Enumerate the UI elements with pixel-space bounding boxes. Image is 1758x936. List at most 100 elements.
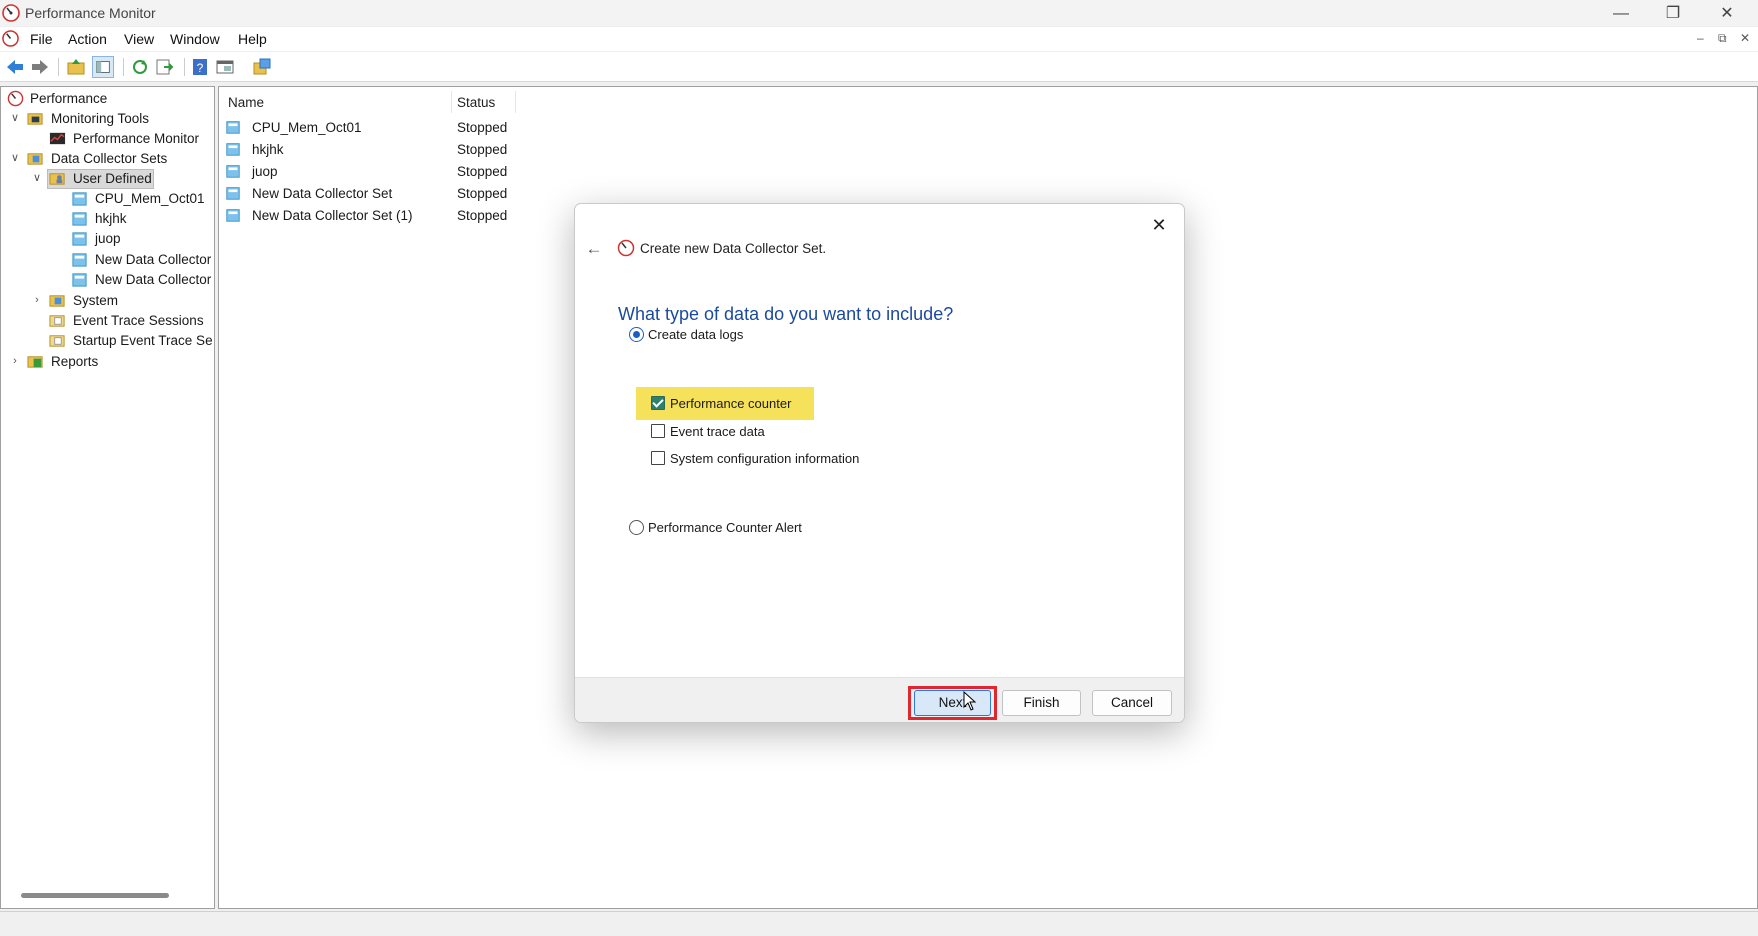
mdi-close-button[interactable]: ✕ [1740,31,1750,45]
window-title: Performance Monitor [25,5,156,21]
row-name: CPU_Mem_Oct01 [252,120,362,135]
table-row[interactable]: juop Stopped [225,161,525,182]
menu-action[interactable]: Action [68,31,107,47]
chevron-down-icon[interactable]: ∨ [31,170,43,186]
table-row[interactable]: New Data Collector Set (1) Stopped [225,205,525,226]
show-hide-tree-icon[interactable] [92,56,114,78]
tree-item-performance[interactable]: Performance [1,89,213,109]
folder-icon [49,315,65,327]
refresh-icon[interactable] [129,56,151,78]
new-window-icon[interactable] [251,56,273,78]
collector-set-icon [72,273,87,287]
menu-file[interactable]: File [30,31,53,47]
finish-button[interactable]: Finish [1002,690,1081,716]
cancel-button[interactable]: Cancel [1092,690,1172,716]
menu-view[interactable]: View [124,31,154,47]
table-row[interactable]: New Data Collector Set Stopped [225,183,525,204]
forward-arrow-icon[interactable] [29,56,51,78]
chevron-down-icon[interactable]: ∨ [9,110,21,126]
title-bar: Performance Monitor — ❐ ✕ [0,0,1758,26]
collector-set-icon [72,232,87,246]
row-status: Stopped [457,142,508,157]
tree-item-cpu-mem[interactable]: CPU_Mem_Oct01 [1,189,213,209]
dialog-footer: Next Finish Cancel [575,677,1184,722]
perfmon-icon [2,4,20,22]
tree-label: New Data Collector [95,252,212,267]
column-header-name[interactable]: Name [228,95,264,110]
tree-label: Data Collector Sets [51,151,168,166]
status-bar [0,911,1758,936]
mdi-minimize-button[interactable]: – [1697,31,1704,45]
table-row[interactable]: hkjhk Stopped [225,139,525,160]
close-window-button[interactable]: ✕ [1704,2,1750,26]
mdi-restore-button[interactable]: ⧉ [1718,31,1727,46]
tree-item-monitoring-tools[interactable]: ∨ Monitoring Tools [1,109,213,129]
dialog-heading: What type of data do you want to include… [618,304,954,324]
row-name: New Data Collector Set [252,186,393,201]
help-icon[interactable]: ? [189,56,211,78]
tree-item-reports[interactable]: › Reports [1,352,213,372]
next-button[interactable]: Next [914,690,991,716]
folder-icon [49,295,65,307]
properties-icon[interactable] [214,56,236,78]
performance-counter-alert-label[interactable]: Performance Counter Alert [648,520,802,535]
event-trace-data-label[interactable]: Event trace data [670,424,765,439]
collector-set-icon [226,121,240,134]
tree-item-system[interactable]: › System [1,291,213,311]
svg-text:?: ? [197,61,204,75]
chevron-down-icon[interactable]: ∨ [9,150,21,166]
perfmon-icon [617,239,635,257]
event-trace-data-checkbox[interactable] [651,424,665,438]
row-name: hkjhk [252,142,284,157]
tree-label: juop [95,231,121,246]
tree-label: System [73,293,119,308]
menu-bar: File Action View Window Help – ⧉ ✕ [0,27,1758,51]
row-status: Stopped [457,120,508,135]
row-status: Stopped [457,186,508,201]
system-configuration-checkbox[interactable] [651,451,665,465]
restore-button[interactable]: ❐ [1650,2,1696,26]
export-icon[interactable] [153,56,175,78]
up-folder-icon[interactable] [65,56,87,78]
back-arrow-icon[interactable]: ← [580,237,608,261]
column-header-status[interactable]: Status [457,95,495,110]
tree-item-new-data-collector[interactable]: New Data Collector [1,250,213,270]
create-data-logs-label[interactable]: Create data logs [648,327,743,342]
row-status: Stopped [457,164,508,179]
create-data-logs-radio[interactable] [629,327,644,342]
chevron-right-icon[interactable]: › [31,292,43,308]
tree-item-event-trace-sessions[interactable]: Event Trace Sessions [1,311,213,331]
collector-set-icon [226,165,240,178]
row-name: New Data Collector Set (1) [252,208,413,223]
system-configuration-label[interactable]: System configuration information [670,451,859,466]
table-row[interactable]: CPU_Mem_Oct01 Stopped [225,117,525,138]
folder-icon [49,335,65,347]
tree-item-user-defined[interactable]: ∨ User Defined [1,169,213,189]
back-arrow-icon[interactable] [4,56,26,78]
row-name: juop [252,164,278,179]
tree-label: Startup Event Trace Sess [73,333,213,348]
folder-icon [27,153,43,165]
horizontal-scrollbar[interactable] [21,893,169,898]
tree-item-juop[interactable]: juop [1,229,213,249]
close-icon[interactable]: ✕ [1146,212,1172,238]
menu-window[interactable]: Window [170,31,220,47]
chevron-right-icon[interactable]: › [9,353,21,369]
performance-counter-label[interactable]: Performance counter [670,396,791,411]
collector-set-icon [72,253,87,267]
menu-help[interactable]: Help [238,31,267,47]
tree-item-new-data-collector-1[interactable]: New Data Collector [1,270,213,290]
tree-label: Performance [30,91,108,106]
tree-item-startup-event-trace[interactable]: Startup Event Trace Sess [1,331,213,351]
tree-label: hkjhk [95,211,127,226]
tree-label: Performance Monitor [73,131,200,146]
performance-counter-checkbox[interactable] [651,396,665,410]
tree-item-data-collector-sets[interactable]: ∨ Data Collector Sets [1,149,213,169]
tree-label: Reports [51,354,99,369]
tree-item-performance-monitor[interactable]: Performance Monitor [1,129,213,149]
system-menu-icon[interactable] [2,30,19,47]
collector-set-icon [72,212,87,226]
performance-counter-alert-radio[interactable] [629,520,644,535]
tree-item-hkjhk[interactable]: hkjhk [1,209,213,229]
minimize-button[interactable]: — [1598,2,1644,26]
